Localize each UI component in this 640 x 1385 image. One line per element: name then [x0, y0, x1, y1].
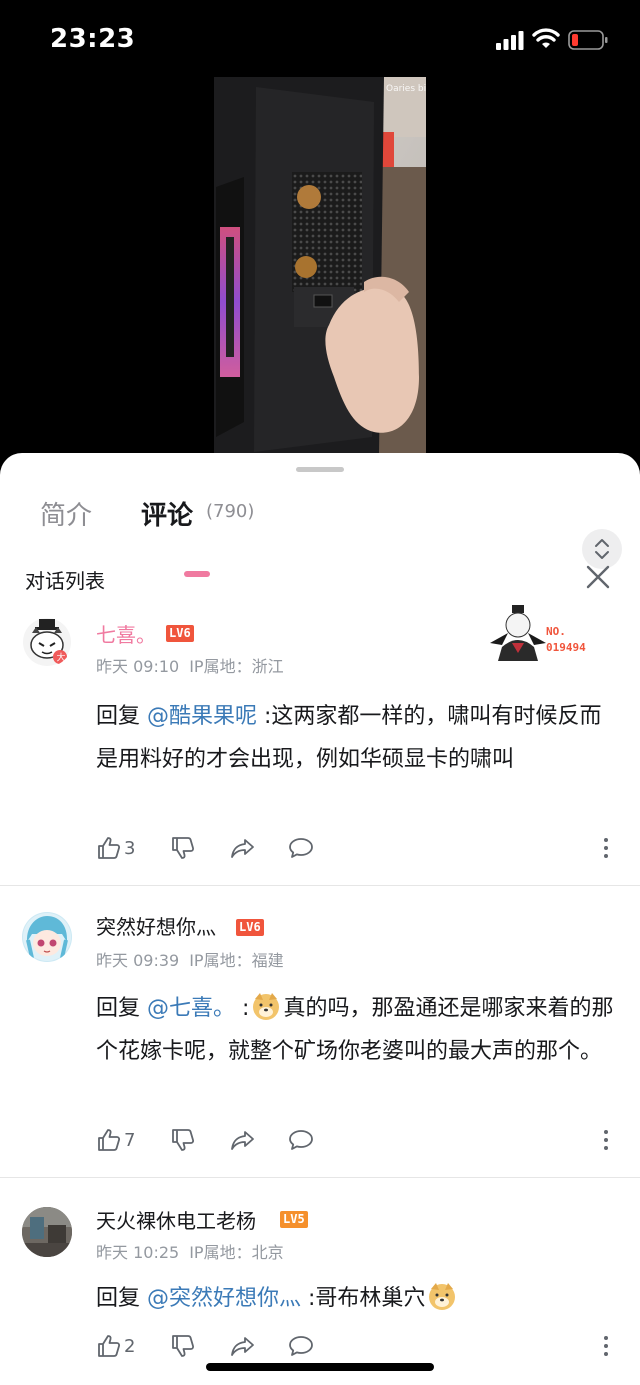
photo-avatar-icon: [22, 1207, 72, 1257]
avatar[interactable]: 大: [22, 617, 72, 667]
divider: [0, 1177, 640, 1178]
wifi-icon: [532, 28, 560, 48]
close-icon[interactable]: [582, 561, 614, 593]
mention-link[interactable]: @突然好想你灬: [147, 1286, 301, 1311]
level-badge: LV6: [236, 919, 264, 936]
fan-badge-number: 019494: [546, 641, 586, 654]
thumbs-down-icon: [172, 1129, 195, 1151]
comment-count: (790): [206, 501, 255, 522]
username[interactable]: 天火裸休电工老杨: [96, 1205, 256, 1234]
anime-girl-avatar-icon: [23, 913, 71, 961]
divider: [0, 885, 640, 886]
video-watermark: Oaries bilibili: [386, 84, 426, 94]
comment-meta: 昨天 10:25 IP属地：北京: [96, 1239, 294, 1263]
comment-time: 昨天 10:25: [96, 1243, 180, 1262]
avatar[interactable]: [22, 912, 72, 962]
comment-ip: IP属地：福建: [189, 951, 284, 970]
comment-text: :哥布林巢穴: [301, 1286, 426, 1311]
doge-emoji-icon: [253, 993, 280, 1020]
comment-ip: IP属地：北京: [189, 1243, 284, 1262]
like-count: 3: [124, 837, 136, 859]
svg-text:大: 大: [57, 652, 66, 664]
comment-actions: 7: [96, 1125, 616, 1155]
like-count: 7: [124, 1129, 136, 1151]
mention-link[interactable]: @酷果果呢: [147, 704, 257, 729]
dislike-button[interactable]: [170, 1125, 196, 1155]
level-badge: LV5: [280, 1211, 308, 1228]
level-badge: LV6: [166, 625, 194, 642]
like-button[interactable]: 2: [96, 1331, 135, 1361]
share-button[interactable]: [230, 1331, 256, 1361]
comment-sheet: 简介 评论 (790) 对话列表 大 七喜。 LV6 昨天 09:10 IP属地…: [0, 453, 640, 1385]
comment-time: 昨天 09:10: [96, 657, 180, 676]
like-count: 2: [124, 1335, 136, 1357]
doge-emoji-icon: [429, 1283, 456, 1310]
dislike-button[interactable]: [170, 1331, 196, 1361]
reply-prefix: 回复: [96, 704, 141, 729]
reply-button[interactable]: [288, 1125, 314, 1155]
comment-item: 突然好想你灬 LV6 昨天 09:39 IP属地：福建 回复 @七喜。 : 真的吗，…: [0, 903, 640, 1177]
thumbs-up-icon: [98, 1129, 121, 1151]
thumbs-down-icon: [172, 1335, 195, 1357]
fan-badge-character-icon: [490, 605, 546, 661]
share-icon: [231, 1131, 254, 1150]
thumbs-down-icon: [172, 837, 195, 859]
comment-icon: [289, 838, 313, 858]
fan-badge: NO. 019494: [488, 603, 608, 663]
share-icon: [231, 1337, 254, 1356]
reply-button[interactable]: [288, 833, 314, 863]
thumbs-up-icon: [98, 1335, 121, 1357]
thumbs-up-icon: [98, 837, 121, 859]
status-bar: 23:23: [0, 0, 640, 80]
comment-meta: 昨天 09:10 IP属地：浙江: [96, 653, 294, 677]
comment-icon: [289, 1336, 313, 1356]
tab-bar: 简介 评论 (790): [0, 491, 640, 577]
comment-item: 天火裸休电工老杨 LV5 昨天 10:25 IP属地：北京 回复 @突然好想你灬 …: [0, 1195, 640, 1385]
avatar[interactable]: [22, 1207, 72, 1257]
share-button[interactable]: [230, 833, 256, 863]
tab-comments[interactable]: 评论: [141, 495, 193, 532]
more-vertical-icon[interactable]: [600, 833, 612, 863]
comment-icon: [289, 1130, 313, 1150]
username[interactable]: 七喜。: [96, 619, 156, 648]
comment-meta: 昨天 09:39 IP属地：福建: [96, 947, 294, 971]
more-vertical-icon[interactable]: [600, 1125, 612, 1155]
share-icon: [231, 839, 254, 858]
comment-body: 回复 @突然好想你灬 :哥布林巢穴: [96, 1277, 616, 1320]
comment-time: 昨天 09:39: [96, 951, 180, 970]
fan-badge-label: NO.: [546, 625, 566, 638]
dialog-header: 对话列表: [0, 557, 640, 601]
reply-prefix: 回复: [96, 1286, 141, 1311]
comment-ip: IP属地：浙江: [189, 657, 284, 676]
cat-avatar-icon: 大: [23, 618, 71, 666]
comment-body: 回复 @酷果果呢 :这两家都一样的，啸叫有时候反而是用料好的才会出现，例如华硕显…: [96, 695, 616, 781]
username[interactable]: 突然好想你灬: [96, 911, 216, 940]
reply-button[interactable]: [288, 1331, 314, 1361]
mention-link[interactable]: @七喜。: [147, 996, 235, 1021]
dialog-title: 对话列表: [25, 569, 105, 593]
comment-body: 回复 @七喜。 : 真的吗，那盈通还是哪家来着的那个花嫁卡呢，就整个矿场你老婆叫的…: [96, 987, 616, 1073]
dislike-button[interactable]: [170, 833, 196, 863]
like-button[interactable]: 7: [96, 1125, 135, 1155]
home-indicator[interactable]: [206, 1363, 434, 1371]
more-vertical-icon[interactable]: [600, 1331, 612, 1361]
signal-icon: [496, 31, 524, 50]
comment-text-prefix: :: [235, 996, 250, 1021]
sheet-drag-handle[interactable]: [296, 467, 344, 472]
share-button[interactable]: [230, 1125, 256, 1155]
comment-actions: 3: [96, 833, 616, 863]
video-player[interactable]: Oaries bilibili: [214, 77, 426, 455]
comment-actions: 2: [96, 1331, 616, 1361]
reply-prefix: 回复: [96, 996, 141, 1021]
status-time: 23:23: [50, 24, 136, 54]
tab-intro[interactable]: 简介: [40, 495, 92, 532]
comment-item: 大 七喜。 LV6 昨天 09:10 IP属地：浙江 NO. 019494 回复 …: [0, 605, 640, 885]
battery-icon: [568, 30, 608, 50]
video-frame: Oaries bilibili: [214, 77, 426, 455]
like-button[interactable]: 3: [96, 833, 135, 863]
